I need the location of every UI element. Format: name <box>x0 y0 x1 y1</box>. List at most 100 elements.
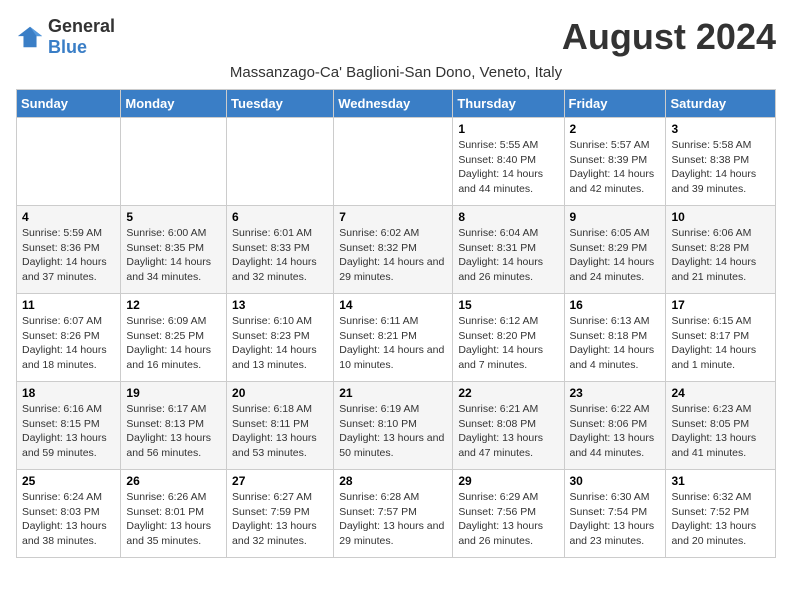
week-row-4: 18Sunrise: 6:16 AMSunset: 8:15 PMDayligh… <box>17 382 776 470</box>
day-number: 29 <box>458 474 558 488</box>
day-number: 14 <box>339 298 447 312</box>
logo-general: General <box>48 16 115 36</box>
day-cell-14: 14 Sunrise: 6:11 AMSunset: 8:21 PMDayligh… <box>334 294 453 382</box>
day-number: 28 <box>339 474 447 488</box>
day-info: Sunrise: 6:12 AMSunset: 8:20 PMDaylight:… <box>458 314 558 373</box>
day-cell-3: 3 Sunrise: 5:58 AMSunset: 8:38 PMDaylight… <box>666 118 776 206</box>
day-info: Sunrise: 6:07 AMSunset: 8:26 PMDaylight:… <box>22 314 115 373</box>
day-cell-12: 12Sunrise: 6:09 AMSunset: 8:25 PMDayligh… <box>121 294 227 382</box>
day-cell-2: 2 Sunrise: 5:57 AMSunset: 8:39 PMDaylight… <box>564 118 666 206</box>
day-cell-25: 25Sunrise: 6:24 AMSunset: 8:03 PMDayligh… <box>17 470 121 558</box>
day-info: Sunrise: 6:09 AMSunset: 8:25 PMDaylight:… <box>126 314 221 373</box>
day-number: 15 <box>458 298 558 312</box>
day-header-sunday: Sunday <box>17 90 121 118</box>
day-info: Sunrise: 6:21 AMSunset: 8:08 PMDaylight:… <box>458 402 558 461</box>
day-number: 1 <box>458 122 558 136</box>
day-number: 16 <box>570 298 661 312</box>
day-info: Sunrise: 5:55 AMSunset: 8:40 PMDaylight:… <box>458 138 558 197</box>
day-header-monday: Monday <box>121 90 227 118</box>
day-cell-31: 31 Sunrise: 6:32 AMSunset: 7:52 PMDayligh… <box>666 470 776 558</box>
day-number: 18 <box>22 386 115 400</box>
empty-cell <box>17 118 121 206</box>
subtitle: Massanzago-Ca' Baglioni-San Dono, Veneto… <box>16 64 776 81</box>
week-row-2: 4Sunrise: 5:59 AMSunset: 8:36 PMDaylight… <box>17 206 776 294</box>
day-cell-27: 27Sunrise: 6:27 AMSunset: 7:59 PMDayligh… <box>227 470 334 558</box>
day-info: Sunrise: 6:04 AMSunset: 8:31 PMDaylight:… <box>458 226 558 285</box>
day-info: Sunrise: 6:00 AMSunset: 8:35 PMDaylight:… <box>126 226 221 285</box>
day-cell-7: 7 Sunrise: 6:02 AMSunset: 8:32 PMDaylight… <box>334 206 453 294</box>
empty-cell <box>334 118 453 206</box>
day-cell-28: 28 Sunrise: 6:28 AMSunset: 7:57 PMDayligh… <box>334 470 453 558</box>
month-title: August 2024 <box>562 16 776 58</box>
day-cell-13: 13Sunrise: 6:10 AMSunset: 8:23 PMDayligh… <box>227 294 334 382</box>
day-info: Sunrise: 6:24 AMSunset: 8:03 PMDaylight:… <box>22 490 115 549</box>
day-info: Sunrise: 6:01 AMSunset: 8:33 PMDaylight:… <box>232 226 328 285</box>
day-number: 9 <box>570 210 661 224</box>
day-cell-6: 6 Sunrise: 6:01 AMSunset: 8:33 PMDaylight… <box>227 206 334 294</box>
day-number: 8 <box>458 210 558 224</box>
day-info: Sunrise: 6:23 AMSunset: 8:05 PMDaylight:… <box>671 402 770 461</box>
day-header-thursday: Thursday <box>453 90 564 118</box>
day-info: Sunrise: 6:32 AMSunset: 7:52 PMDaylight:… <box>671 490 770 549</box>
logo: General Blue <box>16 16 115 58</box>
day-cell-29: 29 Sunrise: 6:29 AMSunset: 7:56 PMDayligh… <box>453 470 564 558</box>
day-number: 10 <box>671 210 770 224</box>
day-cell-18: 18Sunrise: 6:16 AMSunset: 8:15 PMDayligh… <box>17 382 121 470</box>
day-cell-21: 21 Sunrise: 6:19 AMSunset: 8:10 PMDayligh… <box>334 382 453 470</box>
day-info: Sunrise: 6:18 AMSunset: 8:11 PMDaylight:… <box>232 402 328 461</box>
day-cell-17: 17Sunrise: 6:15 AMSunset: 8:17 PMDayligh… <box>666 294 776 382</box>
day-number: 4 <box>22 210 115 224</box>
logo-blue: Blue <box>48 37 87 57</box>
day-number: 27 <box>232 474 328 488</box>
empty-cell <box>121 118 227 206</box>
day-cell-24: 24Sunrise: 6:23 AMSunset: 8:05 PMDayligh… <box>666 382 776 470</box>
day-number: 6 <box>232 210 328 224</box>
day-header-wednesday: Wednesday <box>334 90 453 118</box>
day-number: 31 <box>671 474 770 488</box>
day-info: Sunrise: 6:02 AMSunset: 8:32 PMDaylight:… <box>339 226 447 285</box>
day-info: Sunrise: 6:17 AMSunset: 8:13 PMDaylight:… <box>126 402 221 461</box>
day-cell-4: 4Sunrise: 5:59 AMSunset: 8:36 PMDaylight… <box>17 206 121 294</box>
day-cell-16: 16 Sunrise: 6:13 AMSunset: 8:18 PMDayligh… <box>564 294 666 382</box>
day-info: Sunrise: 6:06 AMSunset: 8:28 PMDaylight:… <box>671 226 770 285</box>
day-number: 21 <box>339 386 447 400</box>
day-header-tuesday: Tuesday <box>227 90 334 118</box>
day-header-saturday: Saturday <box>666 90 776 118</box>
day-cell-5: 5 Sunrise: 6:00 AMSunset: 8:35 PMDaylight… <box>121 206 227 294</box>
day-cell-22: 22Sunrise: 6:21 AMSunset: 8:08 PMDayligh… <box>453 382 564 470</box>
day-cell-11: 11 Sunrise: 6:07 AMSunset: 8:26 PMDayligh… <box>17 294 121 382</box>
week-row-3: 11 Sunrise: 6:07 AMSunset: 8:26 PMDayligh… <box>17 294 776 382</box>
empty-cell <box>227 118 334 206</box>
day-number: 20 <box>232 386 328 400</box>
day-number: 30 <box>570 474 661 488</box>
day-info: Sunrise: 6:28 AMSunset: 7:57 PMDaylight:… <box>339 490 447 549</box>
day-cell-30: 30 Sunrise: 6:30 AMSunset: 7:54 PMDayligh… <box>564 470 666 558</box>
day-cell-9: 9 Sunrise: 6:05 AMSunset: 8:29 PMDaylight… <box>564 206 666 294</box>
week-row-1: 1 Sunrise: 5:55 AMSunset: 8:40 PMDaylight… <box>17 118 776 206</box>
day-info: Sunrise: 6:13 AMSunset: 8:18 PMDaylight:… <box>570 314 661 373</box>
day-number: 7 <box>339 210 447 224</box>
day-info: Sunrise: 6:11 AMSunset: 8:21 PMDaylight:… <box>339 314 447 373</box>
day-info: Sunrise: 5:58 AMSunset: 8:38 PMDaylight:… <box>671 138 770 197</box>
day-cell-8: 8 Sunrise: 6:04 AMSunset: 8:31 PMDaylight… <box>453 206 564 294</box>
day-cell-1: 1 Sunrise: 5:55 AMSunset: 8:40 PMDaylight… <box>453 118 564 206</box>
day-info: Sunrise: 6:19 AMSunset: 8:10 PMDaylight:… <box>339 402 447 461</box>
day-cell-26: 26Sunrise: 6:26 AMSunset: 8:01 PMDayligh… <box>121 470 227 558</box>
logo-bird-icon <box>16 23 44 51</box>
day-cell-15: 15 Sunrise: 6:12 AMSunset: 8:20 PMDayligh… <box>453 294 564 382</box>
day-cell-23: 23 Sunrise: 6:22 AMSunset: 8:06 PMDayligh… <box>564 382 666 470</box>
day-number: 17 <box>671 298 770 312</box>
day-cell-10: 10 Sunrise: 6:06 AMSunset: 8:28 PMDayligh… <box>666 206 776 294</box>
day-info: Sunrise: 6:30 AMSunset: 7:54 PMDaylight:… <box>570 490 661 549</box>
day-number: 5 <box>126 210 221 224</box>
day-number: 2 <box>570 122 661 136</box>
day-info: Sunrise: 5:57 AMSunset: 8:39 PMDaylight:… <box>570 138 661 197</box>
day-info: Sunrise: 6:22 AMSunset: 8:06 PMDaylight:… <box>570 402 661 461</box>
day-number: 13 <box>232 298 328 312</box>
day-info: Sunrise: 6:29 AMSunset: 7:56 PMDaylight:… <box>458 490 558 549</box>
day-number: 3 <box>671 122 770 136</box>
day-number: 11 <box>22 298 115 312</box>
day-info: Sunrise: 6:05 AMSunset: 8:29 PMDaylight:… <box>570 226 661 285</box>
day-number: 23 <box>570 386 661 400</box>
calendar-body: 1 Sunrise: 5:55 AMSunset: 8:40 PMDaylight… <box>17 118 776 558</box>
